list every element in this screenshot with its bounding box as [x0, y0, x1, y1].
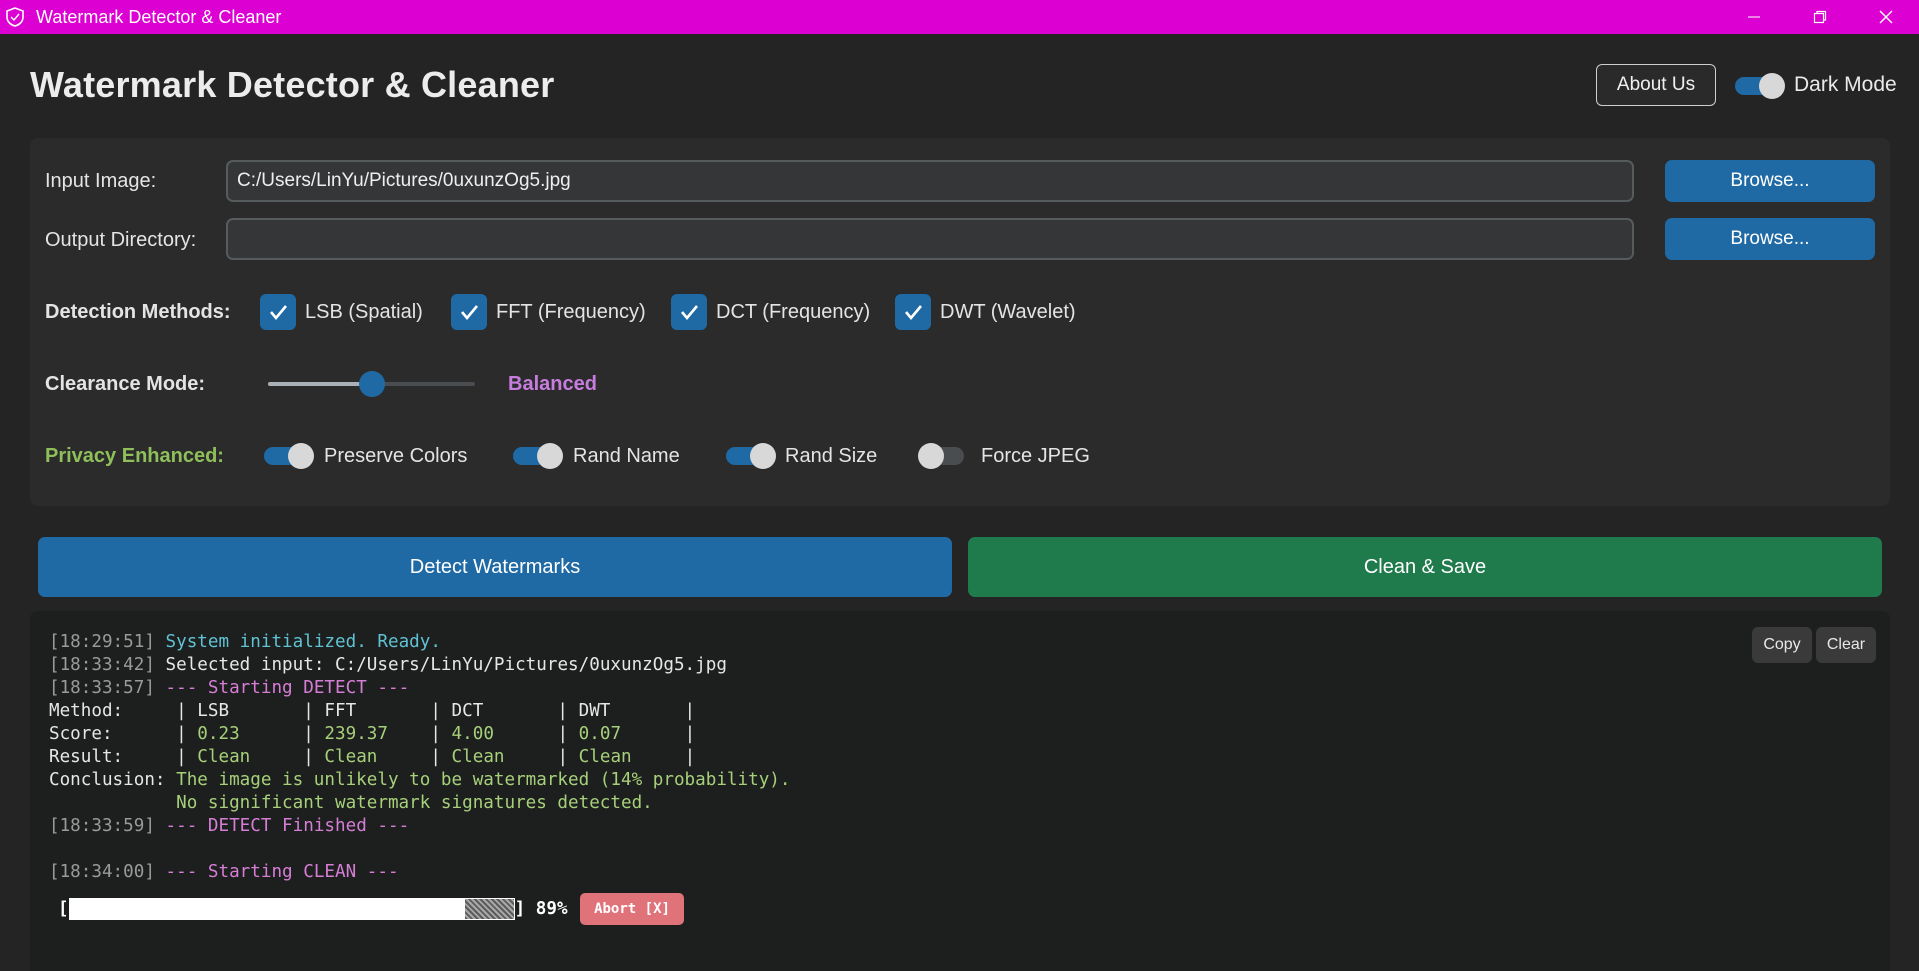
browse-output-button[interactable]: Browse... [1665, 218, 1875, 260]
checkmark-icon [270, 305, 287, 321]
fft-checkbox[interactable] [451, 294, 487, 330]
dark-mode-label: Dark Mode [1794, 73, 1897, 96]
close-button[interactable] [1853, 0, 1919, 34]
dct-checkbox[interactable] [671, 294, 707, 330]
dark-mode-toggle[interactable] [1735, 72, 1785, 99]
force-jpeg-toggle[interactable] [918, 442, 968, 469]
progress-bar [68, 898, 515, 920]
about-us-button[interactable]: About Us [1596, 64, 1716, 106]
close-icon [1879, 10, 1893, 24]
restore-icon [1813, 10, 1827, 24]
progress-percent: 89% [535, 898, 568, 919]
privacy-enhanced-label: Privacy Enhanced: [45, 445, 224, 467]
log-table-result-row: Result: | Clean | Clean | Clean | Clean … [49, 747, 696, 767]
clean-progress: [ ] 89% [58, 898, 568, 920]
rand-name-label: Rand Name [573, 445, 680, 467]
clear-log-button[interactable]: Clear [1816, 627, 1876, 663]
browse-input-button[interactable]: Browse... [1665, 160, 1875, 202]
log-conclusion: Conclusion: The image is unlikely to be … [49, 770, 791, 790]
lsb-checkbox-label: LSB (Spatial) [305, 301, 423, 323]
checkmark-icon [461, 305, 478, 321]
log-line: [18:33:57] --- Starting DETECT --- [49, 678, 410, 698]
input-image-field[interactable]: C:/Users/LinYu/Pictures/0uxunzOg5.jpg [226, 160, 1634, 202]
output-directory-label: Output Directory: [45, 229, 197, 251]
clearance-mode-label: Clearance Mode: [45, 373, 206, 395]
log-table-method-row: Method: | LSB | FFT | DCT | DWT | [49, 701, 696, 721]
input-image-label: Input Image: [45, 170, 157, 192]
output-directory-field[interactable] [226, 218, 1634, 260]
dct-checkbox-label: DCT (Frequency) [716, 301, 871, 323]
clearance-slider-handle[interactable] [358, 371, 385, 397]
clearance-mode-value: Balanced [508, 373, 597, 395]
rand-size-label: Rand Size [785, 445, 878, 467]
force-jpeg-label: Force JPEG [981, 445, 1090, 467]
preserve-colors-toggle[interactable] [264, 442, 314, 469]
dwt-checkbox-label: DWT (Wavelet) [940, 301, 1076, 323]
log-table-score-row: Score: | 0.23 | 239.37 | 4.00 | 0.07 | [49, 724, 696, 744]
rand-size-toggle[interactable] [726, 442, 776, 469]
checkmark-icon [681, 305, 698, 321]
rand-name-toggle[interactable] [513, 442, 563, 469]
log-line: [18:34:00] --- Starting CLEAN --- [49, 862, 399, 882]
window-title: Watermark Detector & Cleaner [36, 6, 282, 27]
minimize-icon [1748, 16, 1760, 18]
title-bar: Watermark Detector & Cleaner [0, 0, 1919, 34]
minimize-button[interactable] [1721, 0, 1787, 34]
abort-button[interactable]: Abort [X] [580, 893, 684, 925]
lsb-checkbox[interactable] [260, 294, 296, 330]
dwt-checkbox[interactable] [895, 294, 931, 330]
restore-button[interactable] [1787, 0, 1853, 34]
log-conclusion-detail: No significant watermark signatures dete… [176, 793, 653, 813]
app-shield-icon [2, 4, 28, 30]
clean-and-save-button[interactable]: Clean & Save [968, 537, 1882, 597]
fft-checkbox-label: FFT (Frequency) [496, 301, 646, 323]
detect-watermarks-button[interactable]: Detect Watermarks [38, 537, 952, 597]
log-line: [18:33:42] Selected input: C:/Users/LinY… [49, 655, 727, 675]
log-line: [18:29:51] System initialized. Ready. [49, 632, 441, 652]
page-title: Watermark Detector & Cleaner [30, 64, 555, 105]
checkmark-icon [905, 305, 922, 321]
detection-methods-label: Detection Methods: [45, 301, 231, 323]
log-line: [18:33:59] --- DETECT Finished --- [49, 816, 410, 836]
copy-log-button[interactable]: Copy [1752, 627, 1812, 663]
preserve-colors-label: Preserve Colors [324, 445, 468, 467]
